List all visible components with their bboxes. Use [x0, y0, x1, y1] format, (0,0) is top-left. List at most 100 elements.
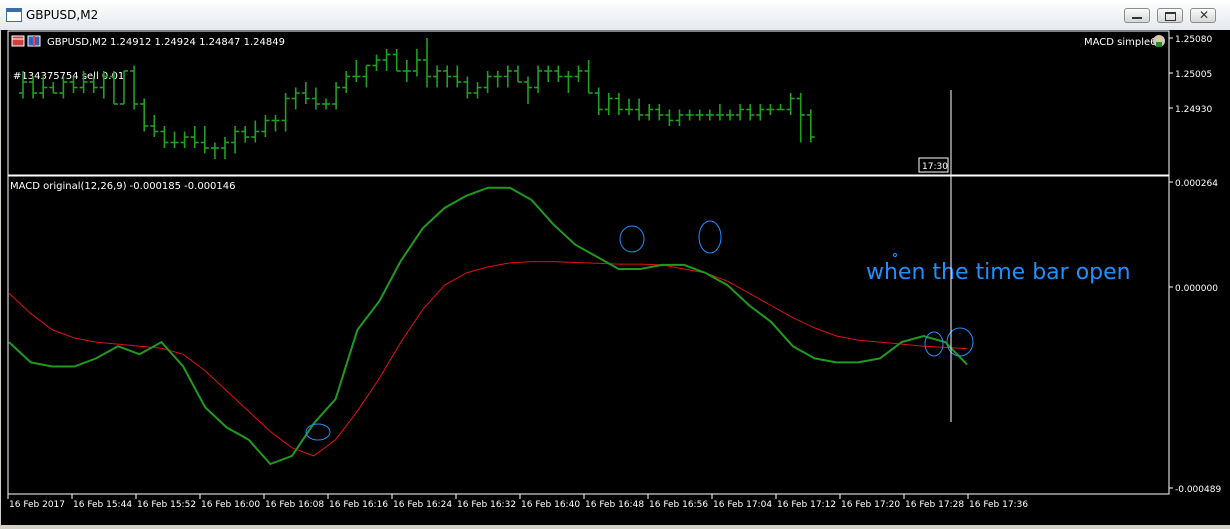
- price-bar: [594, 87, 603, 115]
- price-bar: [180, 131, 189, 148]
- price-bar: [463, 76, 472, 99]
- price-tick-label: 1.25005: [1175, 70, 1212, 80]
- x-tick-label: 16 Feb 17:04: [713, 500, 772, 510]
- price-bar: [342, 71, 351, 93]
- price-bar: [746, 104, 755, 121]
- chart-canvas[interactable]: GBPUSD,M2 1.24912 1.24924 1.24847 1.2484…: [1, 30, 1230, 525]
- macd-y-axis: 0.000264 0.000000 -0.000489: [1169, 179, 1221, 495]
- maximize-button[interactable]: [1157, 8, 1183, 23]
- price-bar: [584, 60, 593, 94]
- price-bar: [473, 82, 482, 99]
- price-bar: [715, 104, 724, 121]
- crossover-circle: [924, 331, 944, 357]
- price-bar: [150, 115, 159, 137]
- price-bar: [392, 49, 401, 72]
- minimize-icon: [1132, 17, 1142, 19]
- indicator-name-label: MACD simple6: [1084, 37, 1157, 48]
- price-tick-label: 1.24930: [1175, 105, 1212, 115]
- price-panel-header: GBPUSD,M2 1.24912 1.24924 1.24847 1.2484…: [11, 35, 285, 48]
- x-tick-label: 16 Feb 15:52: [137, 500, 196, 510]
- price-bar: [534, 65, 543, 93]
- minimize-button[interactable]: [1124, 8, 1150, 23]
- time-x-axis: 16 Feb 2017 16 Feb 15:44 16 Feb 15:52 16 Fe…: [7, 493, 1169, 510]
- price-bar: [574, 65, 583, 82]
- maximize-icon: [1165, 12, 1176, 21]
- price-bar: [170, 131, 179, 148]
- price-bar: [281, 93, 290, 132]
- price-bar: [221, 137, 229, 159]
- x-tick-label: 16 Feb 16:56: [649, 500, 708, 510]
- chart-window-icon: [6, 8, 22, 22]
- price-bar: [423, 38, 431, 88]
- macd-main-line: [8, 186, 968, 466]
- price-bar: [705, 109, 714, 121]
- price-bar: [776, 104, 785, 111]
- macd-tick-label: 0.000264: [1175, 179, 1218, 189]
- price-bar: [291, 87, 300, 110]
- price-bar: [675, 109, 684, 126]
- price-bar: [322, 98, 330, 110]
- annotation-dot: [893, 253, 897, 257]
- chart-area[interactable]: GBPUSD,M2 1.24912 1.24924 1.24847 1.2484…: [1, 30, 1230, 525]
- price-bar: [645, 104, 654, 121]
- price-bar: [271, 115, 280, 132]
- price-bar: [200, 126, 209, 154]
- price-bar: [332, 82, 341, 110]
- price-bar: [352, 60, 361, 82]
- price-bar: [665, 109, 674, 126]
- price-bar: [756, 104, 765, 121]
- x-tick-label: 16 Feb 16:16: [329, 500, 388, 510]
- expert-advisor-icon[interactable]: [1153, 35, 1165, 47]
- price-bar: [544, 65, 553, 82]
- x-tick-label: 16 Feb 17:36: [969, 500, 1028, 510]
- x-tick-label: 16 Feb 16:32: [457, 500, 516, 510]
- price-bar: [443, 65, 452, 88]
- macd-tick-label: 0.000000: [1175, 284, 1218, 294]
- macd-panel-frame: [7, 175, 1170, 495]
- price-bar: [241, 126, 250, 143]
- price-bar: [412, 49, 421, 77]
- annotation-text: when the time bar open: [866, 260, 1131, 285]
- price-bar: [806, 109, 815, 143]
- price-bar: [614, 93, 623, 115]
- price-bar: [655, 104, 664, 121]
- price-bar: [726, 109, 734, 121]
- crossover-circle: [619, 225, 645, 253]
- price-bar: [301, 82, 310, 104]
- macd-signal-line: [8, 261, 968, 457]
- price-bar: [796, 93, 805, 143]
- crossover-circle: [305, 423, 331, 441]
- price-bars: [19, 38, 815, 159]
- price-bar: [503, 65, 512, 88]
- x-tick-label: 16 Feb 17:28: [905, 500, 964, 510]
- price-tick-label: 1.25080: [1175, 35, 1212, 45]
- x-tick-label: 16 Feb 16:40: [521, 500, 580, 510]
- price-bar: [685, 109, 694, 121]
- crosshair[interactable]: 17:30: [918, 90, 952, 422]
- price-bar: [190, 126, 199, 148]
- price-bar: [736, 104, 745, 121]
- x-tick-label: 16 Feb 15:44: [73, 500, 132, 510]
- x-tick-label: 16 Feb 16:48: [585, 500, 644, 510]
- price-bar: [402, 60, 411, 82]
- price-bar: [130, 65, 139, 110]
- price-bar: [513, 65, 522, 83]
- symbol-label: GBPUSD,M2: [47, 37, 107, 48]
- window-title: GBPUSD,M2: [26, 8, 99, 22]
- x-tick-label: 16 Feb 17:20: [841, 500, 900, 510]
- price-panel-frame: [7, 30, 1170, 176]
- crosshair-time-label: 17:30: [922, 162, 948, 172]
- macd-label: MACD original(12,26,9) -0.000185 -0.0001…: [10, 181, 236, 192]
- x-tick-label: 16 Feb 2017: [9, 500, 65, 510]
- price-bar: [160, 126, 169, 148]
- price-bar: [382, 49, 391, 71]
- price-bar: [231, 126, 240, 154]
- chart-properties-icon[interactable]: [11, 35, 25, 47]
- price-bar: [453, 65, 462, 88]
- close-button[interactable]: ✕: [1190, 8, 1216, 23]
- price-bar: [362, 64, 371, 88]
- price-bar: [695, 109, 704, 121]
- price-bar: [604, 93, 613, 115]
- price-y-axis: 1.25080 1.25005 1.24930: [1169, 35, 1212, 115]
- price-bar: [311, 87, 320, 110]
